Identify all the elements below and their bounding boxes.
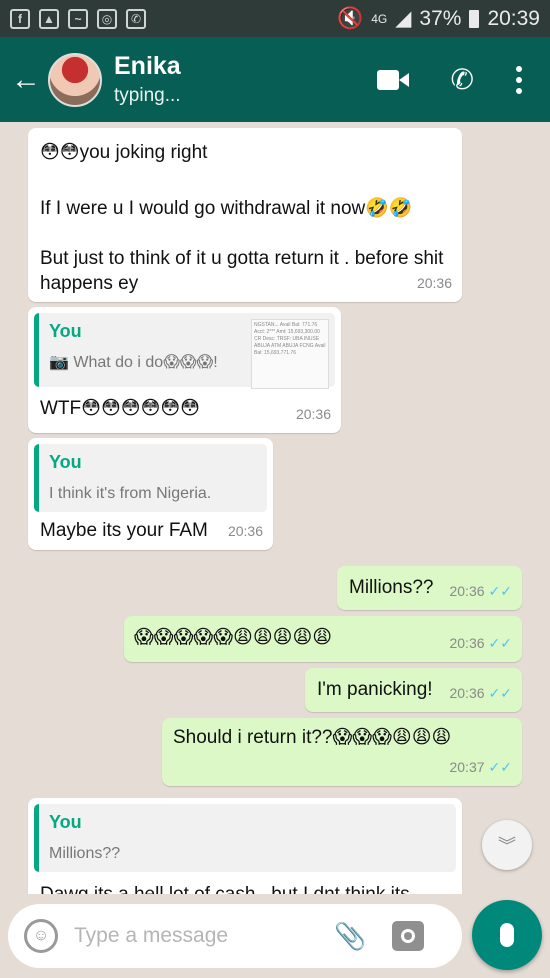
message-text: Millions?? — [349, 577, 434, 598]
shopping-icon: ◎ — [97, 8, 117, 29]
arrow-left-icon[interactable]: ← — [4, 63, 48, 97]
message-incoming[interactable]: You 📷 What do i do😱😱😱! NGSTAN... Avail B… — [28, 307, 341, 433]
chat-area[interactable]: 😳😳you joking right If I were u I would g… — [0, 122, 550, 894]
message-time: 20:36 — [416, 275, 452, 291]
quoted-text: I think it's from Nigeria. — [49, 485, 212, 502]
read-ticks-icon: ✓✓ — [488, 685, 512, 701]
chevron-double-down-icon[interactable]: ︾ — [482, 820, 532, 870]
quoted-message[interactable]: You Millions?? — [34, 804, 456, 872]
quoted-message[interactable]: You I think it's from Nigeria. — [34, 444, 267, 512]
microphone-icon[interactable] — [472, 900, 542, 970]
messenger-icon: ~ — [68, 8, 88, 29]
quoted-author: You — [49, 452, 82, 472]
message-outgoing[interactable]: Should i return it??😱😱😱😩😩😩 20:37 ✓✓ — [162, 718, 522, 786]
whatsapp-notification-icon: ✆ — [126, 8, 146, 29]
message-text: WTF😳😳😳😳😳😳 — [40, 398, 200, 419]
gallery-icon: ▲ — [39, 8, 59, 29]
signal-icon: ◢ — [395, 7, 412, 30]
message-time: 20:36 — [295, 406, 331, 422]
quoted-message[interactable]: You 📷 What do i do😱😱😱! NGSTAN... Avail B… — [34, 313, 335, 389]
message-text: But just to think of it u gotta return i… — [40, 248, 444, 294]
clock: 20:39 — [487, 6, 540, 30]
quoted-author: You — [49, 812, 82, 832]
battery-icon — [469, 9, 480, 28]
phone-icon[interactable]: ✆ — [451, 63, 474, 96]
mute-icon: 🔇 — [337, 6, 364, 30]
status-bar: f ▲ ~ ◎ ✆ 🔇 4G ◢ 37% 20:39 — [0, 0, 550, 37]
message-input[interactable] — [74, 924, 324, 948]
message-text: Should i return it??😱😱😱😩😩😩 — [173, 727, 452, 748]
read-ticks-icon: ✓✓ — [488, 635, 512, 651]
contact-info[interactable]: Enika typing... — [114, 52, 181, 107]
message-time: 20:36 — [449, 635, 485, 651]
video-call-icon[interactable] — [376, 69, 409, 90]
facebook-icon: f — [10, 8, 30, 29]
message-time: 20:37 — [449, 759, 485, 775]
message-outgoing[interactable]: 😱😱😱😱😱😩😩😩😩😩 20:36 ✓✓ — [124, 616, 522, 662]
notification-icons: f ▲ ~ ◎ ✆ — [10, 8, 146, 29]
message-text: I'm panicking! — [317, 679, 433, 700]
camera-icon[interactable] — [392, 921, 425, 951]
message-incoming[interactable]: You I think it's from Nigeria. Maybe its… — [28, 438, 273, 550]
chat-header: ← Enika typing... ✆ — [0, 37, 550, 122]
message-time: 20:36 — [449, 685, 485, 701]
message-text: Dawg its a hell lot of cash.. but I dnt … — [40, 882, 410, 894]
avatar[interactable] — [48, 52, 102, 107]
paperclip-icon[interactable]: 📎 — [334, 921, 366, 952]
quoted-text: Millions?? — [49, 845, 121, 862]
message-text: Maybe its your FAM — [40, 520, 208, 541]
battery-percent: 37% — [419, 6, 462, 30]
message-composer: ☺ 📎 — [8, 904, 462, 968]
message-text: 😳😳you joking right — [40, 142, 208, 163]
emoji-icon[interactable]: ☺ — [24, 919, 58, 953]
message-incoming[interactable]: You Millions?? Dawg its a hell lot of ca… — [28, 798, 462, 894]
read-ticks-icon: ✓✓ — [488, 759, 512, 775]
contact-name: Enika — [114, 52, 181, 80]
message-time: 20:36 — [227, 523, 263, 539]
message-text: If I were u I would go withdrawal it now… — [40, 198, 413, 219]
network-type: 4G — [371, 11, 388, 26]
read-ticks-icon: ✓✓ — [488, 583, 512, 599]
contact-status: typing... — [114, 85, 181, 106]
message-outgoing[interactable]: Millions?? 20:36 ✓✓ — [337, 566, 522, 610]
message-text: 😱😱😱😱😱😩😩😩😩😩 — [134, 627, 333, 648]
message-time: 20:36 — [449, 583, 485, 599]
message-outgoing[interactable]: I'm panicking! 20:36 ✓✓ — [305, 668, 522, 712]
more-vert-icon[interactable] — [516, 65, 522, 94]
quoted-image-thumbnail: NGSTAN... Avail Bal: 771.76 Acct: 2*** A… — [251, 319, 329, 389]
message-incoming[interactable]: 😳😳you joking right If I were u I would g… — [28, 128, 462, 302]
